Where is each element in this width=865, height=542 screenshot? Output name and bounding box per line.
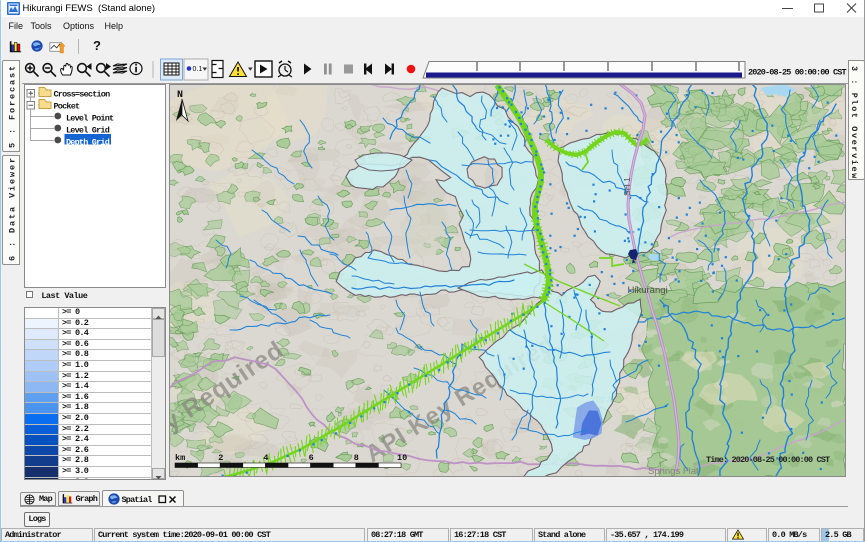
svg-text:4: 4: [263, 453, 268, 463]
svg-text:3 : Plot Overview: 3 : Plot Overview: [849, 66, 859, 180]
svg-text:0.1: 0.1: [193, 66, 203, 73]
svg-text:SH 1: SH 1: [622, 177, 632, 196]
svg-text:Time: 2020-08-25 00:00:00 CST: Time: 2020-08-25 00:00:00 CST: [706, 455, 830, 465]
svg-text:2: 2: [218, 453, 223, 463]
svg-text:6 : Data Viewer: 6 : Data Viewer: [8, 156, 18, 261]
svg-text:Level Point: Level Point: [66, 114, 114, 124]
svg-text:2020-08-25 00:00:00 CST: 2020-08-25 00:00:00 CST: [748, 68, 847, 78]
svg-text:Hikurangi: Hikurangi: [628, 285, 668, 296]
svg-text:6: 6: [309, 453, 314, 463]
svg-text:Depth Grid: Depth Grid: [66, 138, 110, 148]
svg-text:5 : Forecast: 5 : Forecast: [8, 64, 18, 148]
svg-text:Cross=section: Cross=section: [54, 90, 111, 100]
svg-text:km: km: [175, 453, 185, 463]
svg-text:10: 10: [397, 453, 407, 463]
svg-text:8: 8: [354, 453, 359, 463]
svg-text:Pocket: Pocket: [54, 102, 81, 112]
svg-text:Springs Flat: Springs Flat: [648, 466, 699, 477]
